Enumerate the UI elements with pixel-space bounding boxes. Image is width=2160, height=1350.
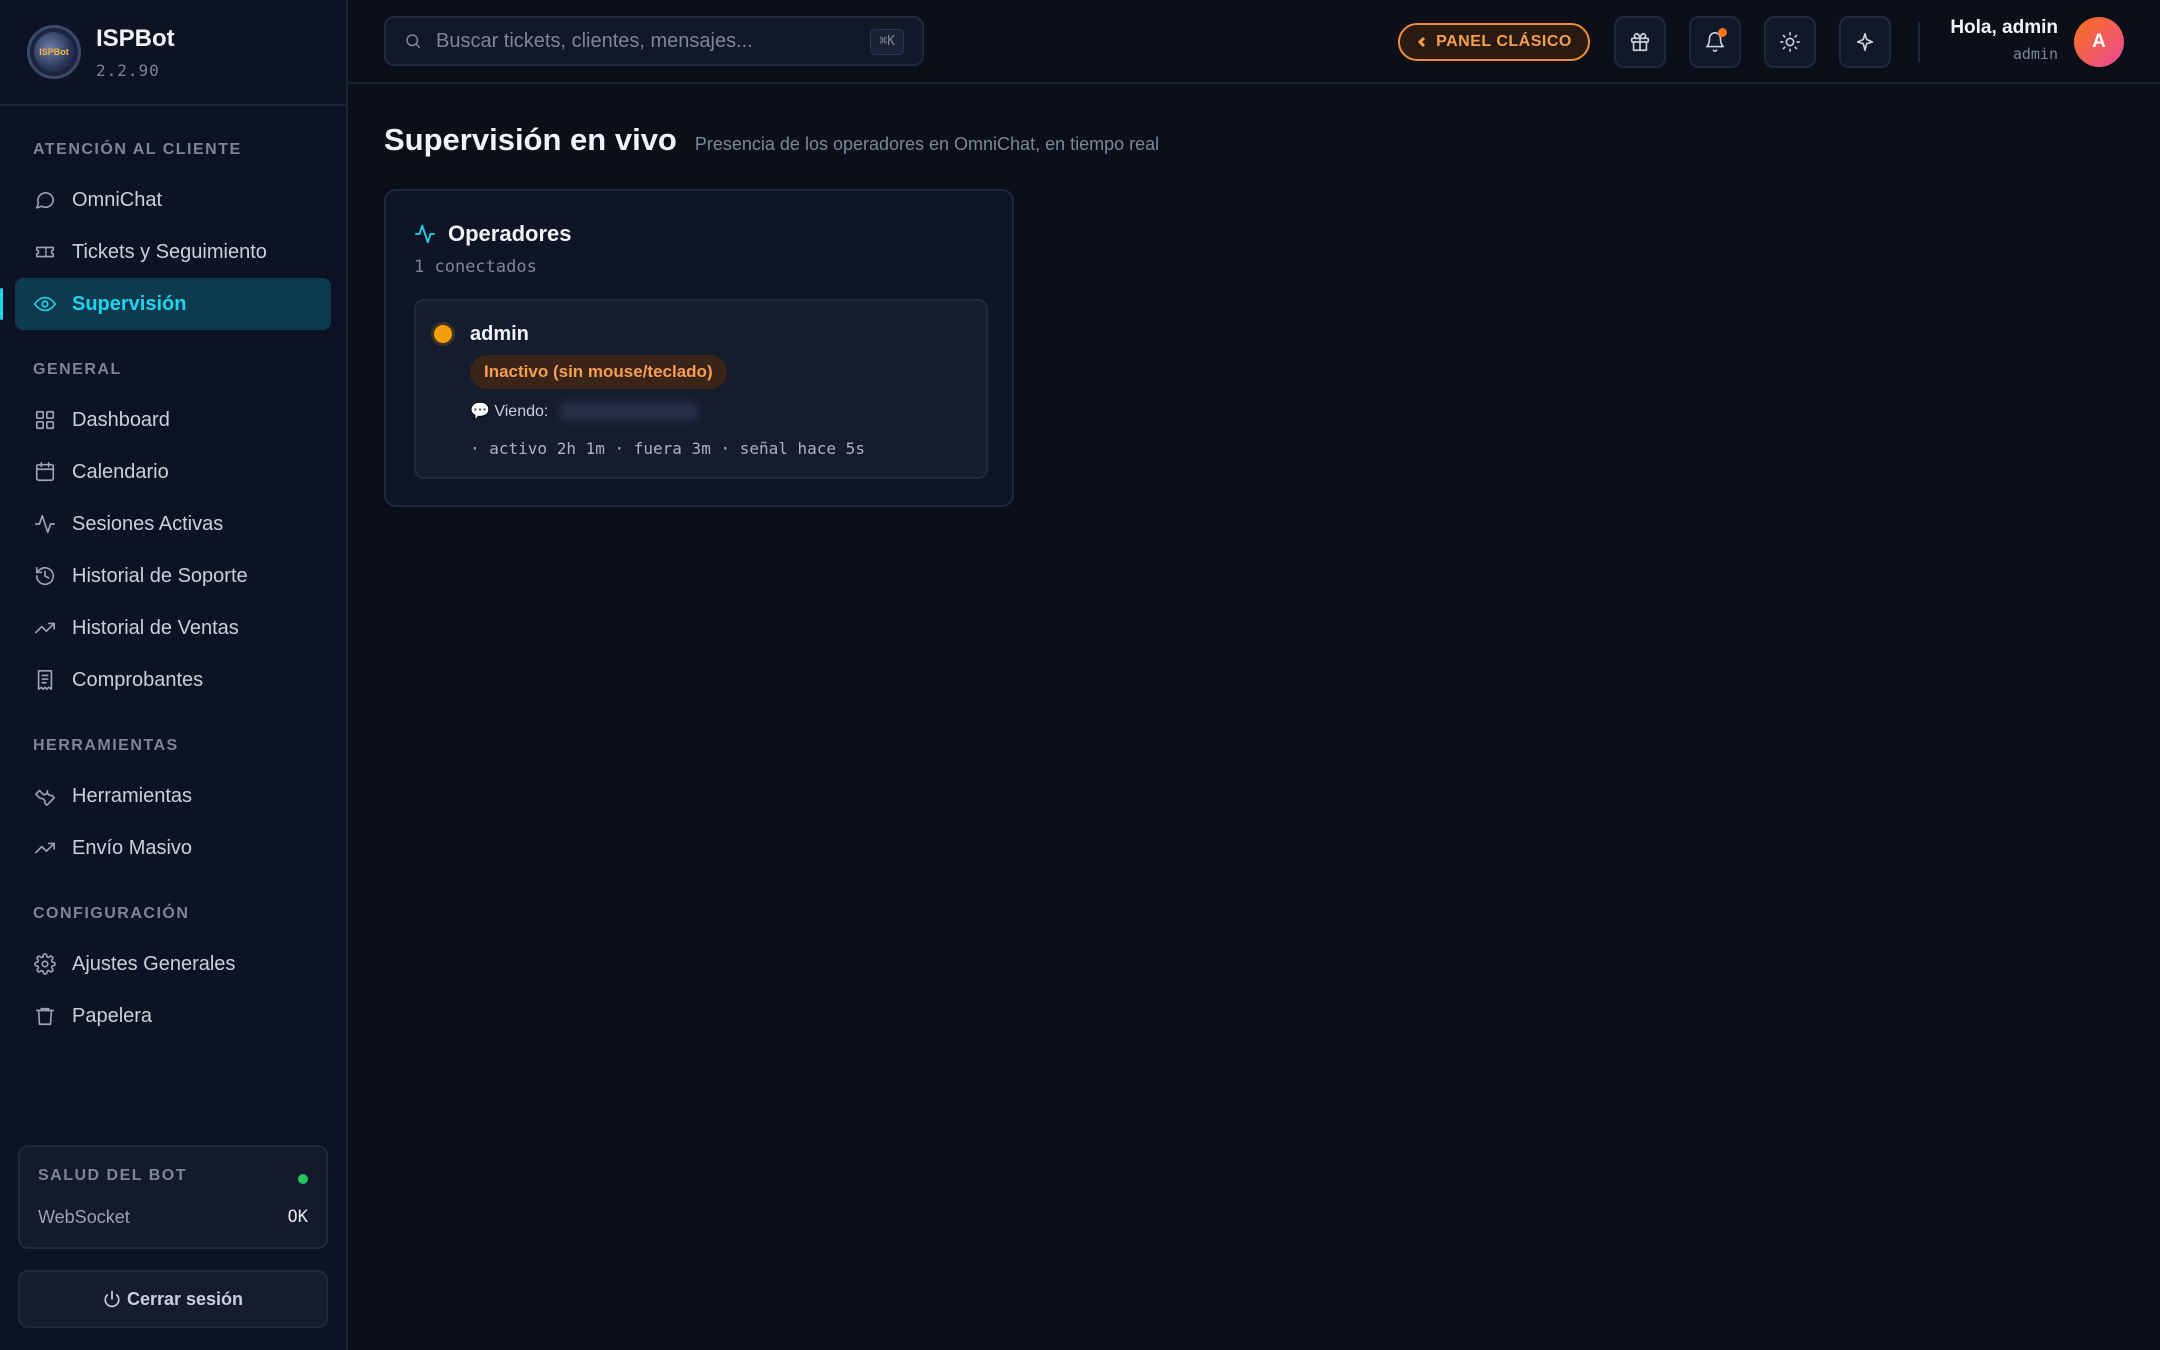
avatar[interactable]: A [2074, 17, 2124, 67]
gift-icon [1630, 32, 1650, 52]
notification-dot [1718, 28, 1727, 37]
operator-viewing-redacted [560, 403, 699, 419]
sidebar-item-label: Supervisión [72, 292, 187, 315]
sidebar-item-comprobantes[interactable]: Comprobantes [15, 654, 331, 706]
grid-icon [33, 408, 57, 432]
brand-logo: ISPBot [27, 25, 81, 79]
trending-icon [33, 836, 57, 860]
brand-version: 2.2.90 [96, 60, 160, 80]
ai-assistant-button[interactable] [1839, 16, 1891, 68]
sidebar-item-supervision[interactable]: Supervisión [0, 278, 331, 330]
page-subtitle: Presencia de los operadores en OmniChat,… [694, 134, 1160, 154]
bot-health-panel: SALUD DEL BOT WebSocket OK [18, 1145, 328, 1249]
sidebar-item-label: OmniChat [72, 188, 163, 211]
sidebar-item-label: Calendario [72, 460, 169, 483]
chat-icon [33, 188, 57, 212]
sidebar-item-ajustes[interactable]: Ajustes Generales [15, 938, 331, 990]
sidebar-item-tickets[interactable]: Tickets y Seguimiento [15, 226, 331, 278]
logout-button[interactable]: Cerrar sesión [18, 1270, 328, 1328]
wrench-icon [33, 784, 57, 808]
sidebar-item-papelera[interactable]: Papelera [15, 990, 331, 1042]
classic-panel-button[interactable]: PANEL CLÁSICO [1398, 23, 1590, 61]
search-shortcut: ⌘K [870, 29, 904, 55]
operator-status-dot [434, 325, 452, 343]
sidebar-item-historial-ventas[interactable]: Historial de Ventas [15, 602, 331, 654]
gear-icon [33, 952, 57, 976]
section-title-configuracion: CONFIGURACIÓN [33, 905, 190, 922]
brand[interactable]: ISPBot ISPBot 2.2.90 [0, 0, 346, 106]
operators-card: Operadores 1 conectados admin Inactivo (… [384, 189, 1014, 507]
chevron-left-icon [1418, 36, 1426, 48]
topbar-divider [1918, 22, 1920, 62]
sun-icon [1780, 32, 1800, 52]
sidebar-item-dashboard[interactable]: Dashboard [15, 394, 331, 446]
brand-name: ISPBot [96, 24, 175, 52]
sidebar-nav: ATENCIÓN AL CLIENTE OmniChat Tickets y S… [0, 106, 346, 1042]
eye-icon [33, 292, 57, 316]
search-input[interactable] [436, 29, 856, 53]
sidebar-item-label: Historial de Soporte [72, 564, 248, 587]
page-title: Supervisión en vivo [384, 122, 677, 157]
sidebar-item-historial-soporte[interactable]: Historial de Soporte [15, 550, 331, 602]
user-info[interactable]: Hola, admin admin [1950, 17, 2058, 63]
gift-button[interactable] [1614, 16, 1666, 68]
operator-item[interactable]: admin Inactivo (sin mouse/teclado) 💬 Vie… [414, 299, 988, 479]
user-role: admin [2012, 45, 2058, 63]
sidebar-item-envio-masivo[interactable]: Envío Masivo [15, 822, 331, 874]
search-box[interactable]: ⌘K [384, 16, 924, 66]
sidebar-item-label: Envío Masivo [72, 836, 193, 859]
section-title-herramientas: HERRAMIENTAS [33, 737, 179, 754]
health-row-websocket: WebSocket OK [38, 1207, 308, 1228]
topbar: ⌘K PANEL CLÁSICO Hola, admin admin A [348, 0, 2160, 84]
sidebar-item-label: Dashboard [72, 408, 170, 431]
health-status-dot [298, 1174, 308, 1184]
operators-title: Operadores [448, 221, 572, 246]
sidebar-item-label: Ajustes Generales [72, 952, 236, 975]
operators-count: 1 conectados [414, 257, 537, 277]
logout-label: Cerrar sesión [126, 1288, 244, 1309]
sidebar-item-label: Herramientas [72, 784, 193, 807]
page-header: Supervisión en vivo Presencia de los ope… [384, 122, 1159, 158]
operator-status-badge: Inactivo (sin mouse/teclado) [470, 355, 727, 389]
theme-toggle-button[interactable] [1764, 16, 1816, 68]
brand-logo-mark: ISPBot [34, 32, 74, 72]
notifications-button[interactable] [1689, 16, 1741, 68]
health-value: OK [287, 1207, 308, 1227]
section-title-general: GENERAL [33, 361, 122, 378]
ticket-icon [33, 240, 57, 264]
sidebar-item-sesiones[interactable]: Sesiones Activas [15, 498, 331, 550]
user-greeting: Hola, admin [1950, 17, 2058, 38]
search-icon [406, 34, 421, 49]
sidebar: ISPBot ISPBot 2.2.90 ATENCIÓN AL CLIENTE… [0, 0, 348, 1350]
sidebar-item-herramientas[interactable]: Herramientas [15, 770, 331, 822]
sidebar-item-label: Comprobantes [72, 668, 204, 691]
section-title-atencion: ATENCIÓN AL CLIENTE [33, 141, 242, 158]
health-title: SALUD DEL BOT [38, 1167, 187, 1184]
activity-icon [414, 224, 436, 244]
operator-name: admin [470, 323, 529, 345]
sidebar-item-label: Historial de Ventas [72, 616, 239, 639]
receipt-icon [33, 668, 57, 692]
sidebar-item-calendario[interactable]: Calendario [15, 446, 331, 498]
sparkle-icon [1856, 32, 1874, 52]
trending-icon [33, 616, 57, 640]
sidebar-item-label: Sesiones Activas [72, 512, 224, 535]
sidebar-item-omnichat[interactable]: OmniChat [15, 174, 331, 226]
trash-icon [33, 1004, 57, 1028]
sidebar-item-label: Papelera [72, 1004, 153, 1027]
operator-meta: · activo 2h 1m · fuera 3m · señal hace 5… [470, 439, 865, 458]
health-label: WebSocket [38, 1207, 130, 1227]
activity-icon [33, 512, 57, 536]
history-icon [33, 564, 57, 588]
operators-card-header: Operadores [414, 221, 572, 247]
operator-viewing-label: 💬 Viendo: [470, 403, 549, 420]
power-icon [104, 1290, 120, 1308]
sidebar-item-label: Tickets y Seguimiento [72, 240, 267, 263]
classic-panel-label: PANEL CLÁSICO [1436, 33, 1572, 50]
calendar-icon [33, 460, 57, 484]
operator-viewing: 💬 Viendo: [470, 401, 699, 421]
